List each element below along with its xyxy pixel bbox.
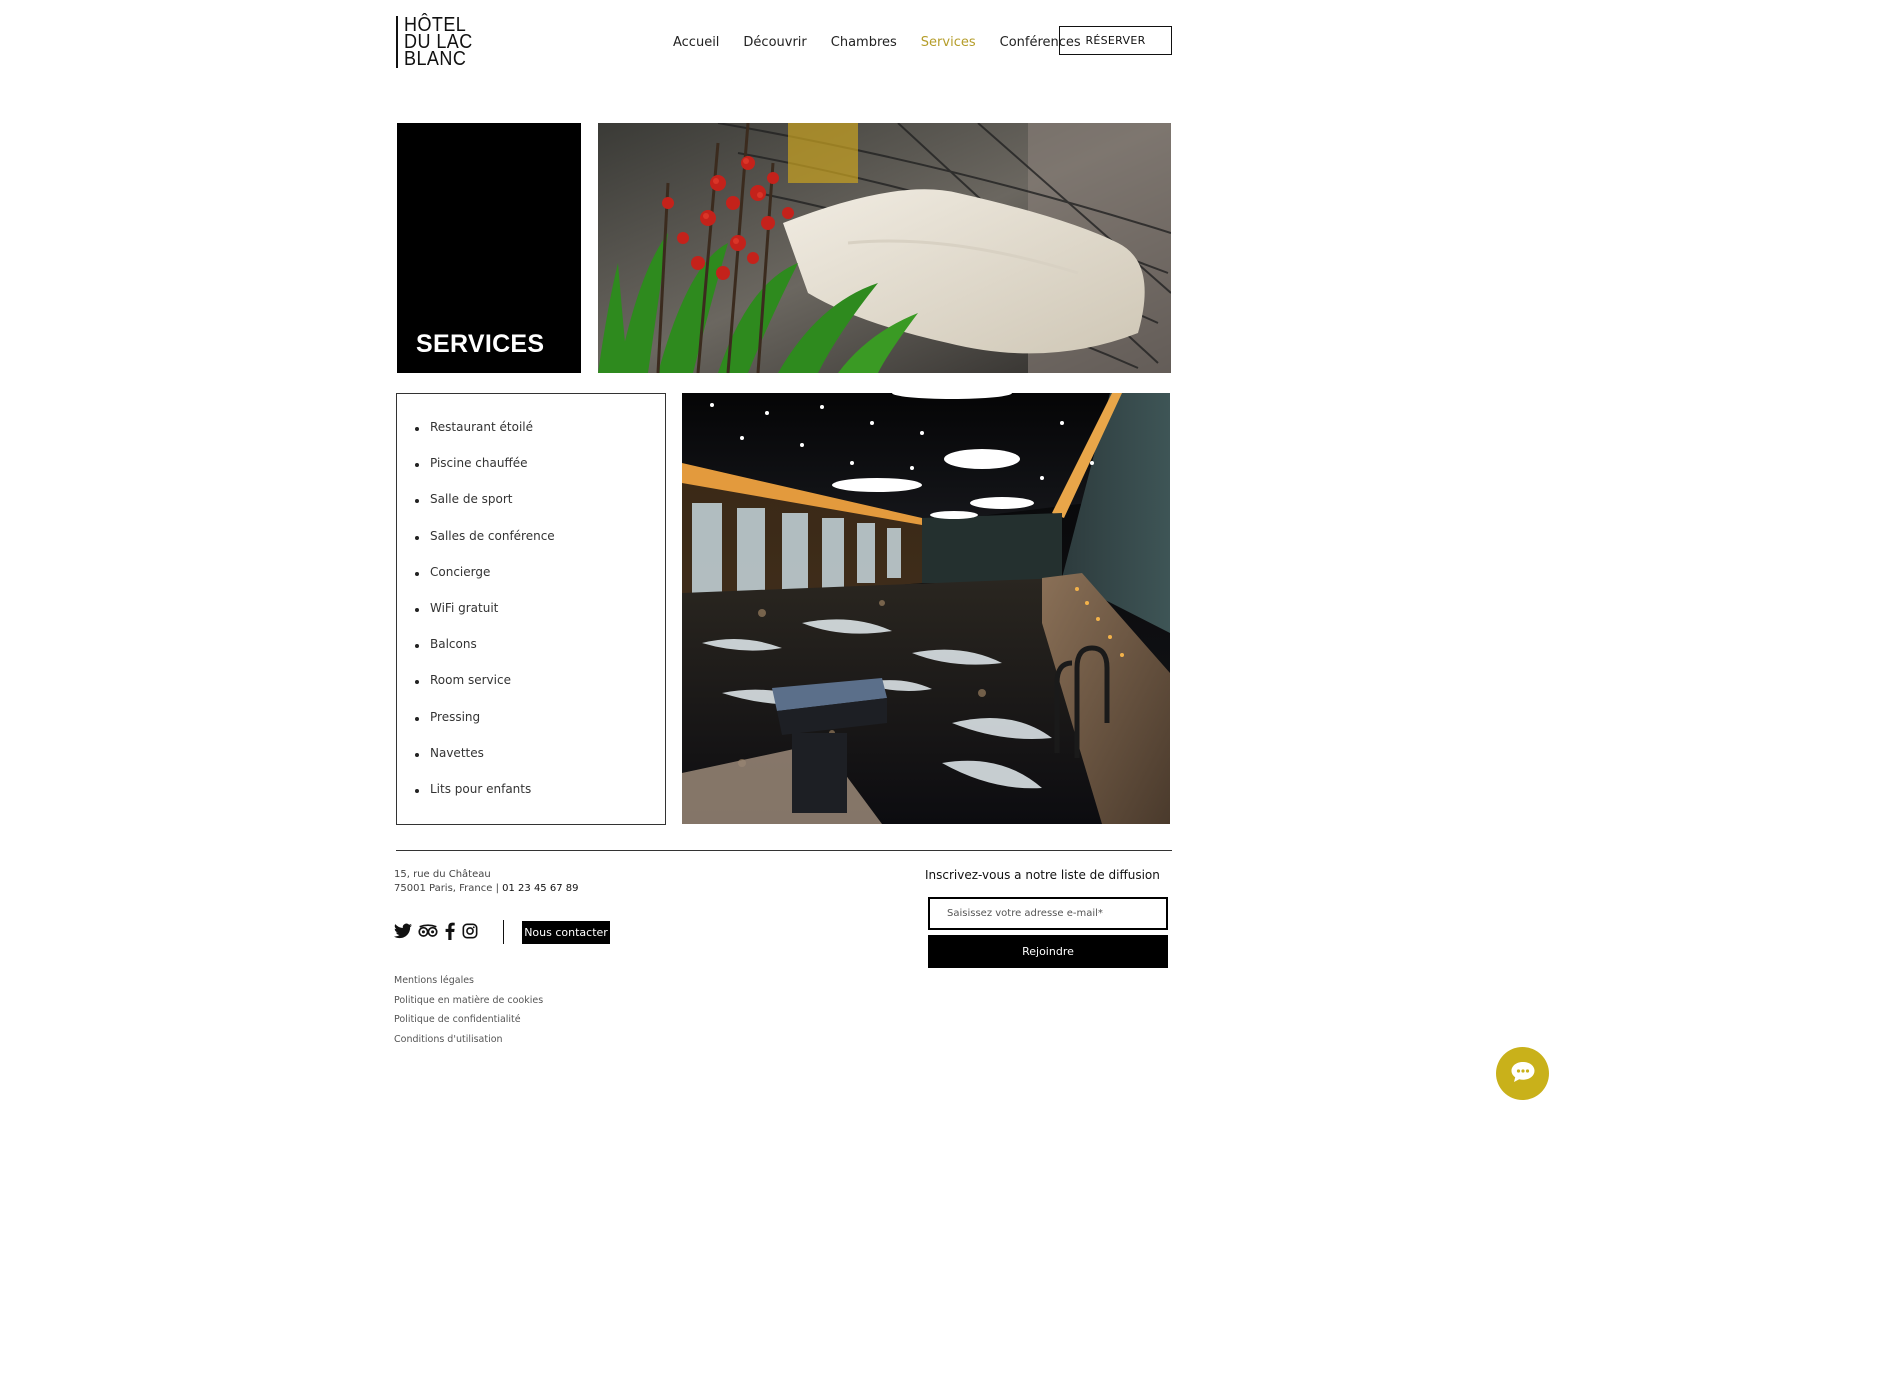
nav-decouvrir[interactable]: Découvrir bbox=[743, 35, 806, 50]
legal-links: Mentions légales Politique en matière de… bbox=[394, 975, 543, 1053]
address-line-1: 15, rue du Château bbox=[394, 869, 491, 880]
footer-divider bbox=[396, 850, 1172, 851]
facebook-icon[interactable] bbox=[444, 922, 456, 940]
list-item: Room service bbox=[415, 673, 555, 709]
newsletter-title: Inscrivez-vous a notre liste de diffusio… bbox=[925, 868, 1160, 882]
contact-button[interactable]: Nous contacter bbox=[522, 921, 610, 944]
list-item: Salle de sport bbox=[415, 492, 555, 528]
nav-accueil[interactable]: Accueil bbox=[673, 35, 719, 50]
services-list-panel: Restaurant étoilé Piscine chauffée Salle… bbox=[396, 393, 666, 825]
services-list: Restaurant étoilé Piscine chauffée Salle… bbox=[415, 420, 555, 818]
legal-link-privacy[interactable]: Politique de confidentialité bbox=[394, 1014, 543, 1034]
footer-separator bbox=[503, 920, 504, 944]
legal-link-mentions[interactable]: Mentions légales bbox=[394, 975, 543, 995]
join-button[interactable]: Rejoindre bbox=[928, 935, 1168, 968]
nav-services[interactable]: Services bbox=[921, 35, 976, 50]
twitter-icon[interactable] bbox=[394, 923, 412, 939]
list-item: Pressing bbox=[415, 710, 555, 746]
tripadvisor-icon[interactable] bbox=[418, 923, 438, 939]
hotel-logo[interactable]: HÔTEL DU LAC BLANC bbox=[404, 15, 473, 70]
address-block: 15, rue du Château 75001 Paris, France |… bbox=[394, 868, 578, 896]
legal-link-cookies[interactable]: Politique en matière de cookies bbox=[394, 995, 543, 1015]
list-item: Restaurant étoilé bbox=[415, 420, 555, 456]
email-field[interactable] bbox=[928, 897, 1168, 930]
address-city: 75001 Paris, France | bbox=[394, 883, 503, 894]
instagram-icon[interactable] bbox=[462, 923, 478, 939]
list-item: Balcons bbox=[415, 637, 555, 673]
social-bar bbox=[394, 922, 478, 940]
list-item: Lits pour enfants bbox=[415, 782, 555, 818]
reserve-button[interactable]: RÉSERVER bbox=[1059, 26, 1172, 55]
main-nav: Accueil Découvrir Chambres Services Conf… bbox=[661, 32, 1093, 52]
list-item: Navettes bbox=[415, 746, 555, 782]
list-item: WiFi gratuit bbox=[415, 601, 555, 637]
legal-link-terms[interactable]: Conditions d'utilisation bbox=[394, 1034, 543, 1054]
chat-icon bbox=[1510, 1061, 1536, 1087]
logo-bar bbox=[396, 16, 398, 68]
list-item: Salles de conférence bbox=[415, 529, 555, 565]
chat-button[interactable] bbox=[1496, 1047, 1549, 1100]
logo-line-3: BLANC bbox=[404, 48, 467, 70]
list-item: Concierge bbox=[415, 565, 555, 601]
pool-image bbox=[682, 393, 1170, 824]
nav-chambres[interactable]: Chambres bbox=[831, 35, 897, 50]
address-line-2: 75001 Paris, France | 01 23 45 67 89 bbox=[394, 882, 578, 896]
phone-number[interactable]: 01 23 45 67 89 bbox=[502, 883, 578, 894]
hero-image-orchid-lounge bbox=[598, 123, 1171, 373]
page-title: SERVICES bbox=[416, 330, 545, 358]
list-item: Piscine chauffée bbox=[415, 456, 555, 492]
